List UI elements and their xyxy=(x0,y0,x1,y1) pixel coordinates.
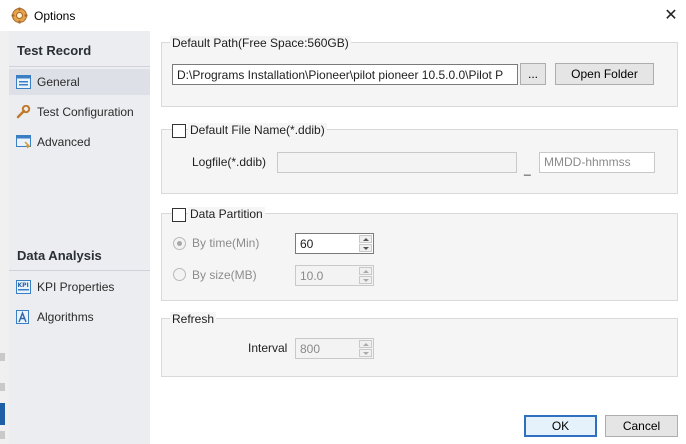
interval-value: 800 xyxy=(300,342,321,356)
algorithm-icon xyxy=(16,310,31,324)
default-path-title: Default Path(Free Space:560GB) xyxy=(170,36,351,50)
spin-down-icon[interactable] xyxy=(359,244,372,252)
title-bar: Options ✕ xyxy=(0,0,686,31)
by-size-spinner[interactable]: 10.0 xyxy=(295,265,374,286)
sidebar-item-advanced[interactable]: Advanced xyxy=(9,129,150,155)
ok-button[interactable]: OK xyxy=(524,415,597,437)
spin-up-icon[interactable] xyxy=(359,235,372,243)
by-size-label: By size(MB) xyxy=(192,268,257,282)
interval-label: Interval xyxy=(248,341,288,355)
interval-spinner[interactable]: 800 xyxy=(295,338,374,359)
sidebar-header-data-analysis: Data Analysis xyxy=(17,248,102,263)
default-path-group: Default Path(Free Space:560GB) D:\Progra… xyxy=(161,36,678,107)
data-partition-checkbox[interactable] xyxy=(172,208,186,222)
cancel-button[interactable]: Cancel xyxy=(605,415,678,437)
svg-text:KPI: KPI xyxy=(18,282,29,289)
sidebar-item-test-configuration[interactable]: Test Configuration xyxy=(9,99,150,125)
window-title: Options xyxy=(34,9,76,23)
separator-label: _ xyxy=(524,162,531,176)
file-name-group: Default File Name(*.ddib) Logfile(*.ddib… xyxy=(161,123,678,194)
logfile-field[interactable] xyxy=(277,152,517,173)
sidebar-item-algorithms[interactable]: Algorithms xyxy=(9,304,150,330)
data-partition-group: Data Partition By time(Min) 60 By size(M… xyxy=(161,207,678,301)
default-file-name-checkbox[interactable] xyxy=(172,124,186,138)
sidebar-item-label: General xyxy=(37,75,80,89)
sidebar-item-label: Advanced xyxy=(37,135,91,149)
advanced-icon xyxy=(16,135,31,149)
spin-up-icon[interactable] xyxy=(359,340,372,348)
browse-button[interactable]: ... xyxy=(520,63,546,85)
by-time-value: 60 xyxy=(300,237,314,251)
sidebar-item-kpi-properties[interactable]: KPI KPI Properties xyxy=(9,274,150,300)
path-field[interactable]: D:\Programs Installation\Pioneer\pilot p… xyxy=(172,64,518,85)
spin-down-icon[interactable] xyxy=(359,349,372,357)
by-time-radio[interactable] xyxy=(173,237,186,250)
sidebar: Test Record General Test Configuration A… xyxy=(9,31,150,444)
general-icon xyxy=(16,75,31,89)
sidebar-item-label: Algorithms xyxy=(37,310,94,324)
spin-up-icon[interactable] xyxy=(359,267,372,275)
suffix-field[interactable]: MMDD-hhmmss xyxy=(539,152,655,173)
spin-down-icon[interactable] xyxy=(359,276,372,284)
by-time-label: By time(Min) xyxy=(192,236,260,250)
sidebar-header-test-record: Test Record xyxy=(17,43,92,58)
data-partition-label: Data Partition xyxy=(188,207,265,221)
open-folder-button[interactable]: Open Folder xyxy=(555,63,654,85)
by-size-value: 10.0 xyxy=(300,269,324,283)
sidebar-item-label: Test Configuration xyxy=(37,105,134,119)
by-size-radio[interactable] xyxy=(173,268,186,281)
refresh-group: Refresh Interval 800 xyxy=(161,312,678,377)
refresh-title: Refresh xyxy=(170,312,217,326)
logfile-label: Logfile(*.ddib) xyxy=(192,155,267,169)
wrench-icon xyxy=(16,104,31,119)
gear-icon xyxy=(11,7,28,24)
kpi-icon: KPI xyxy=(16,280,31,294)
sidebar-item-general[interactable]: General xyxy=(9,69,150,95)
sidebar-item-label: KPI Properties xyxy=(37,280,115,294)
by-time-spinner[interactable]: 60 xyxy=(295,233,374,254)
close-icon[interactable]: ✕ xyxy=(656,0,686,31)
default-file-name-label: Default File Name(*.ddib) xyxy=(188,123,327,137)
background-strip xyxy=(0,31,9,444)
